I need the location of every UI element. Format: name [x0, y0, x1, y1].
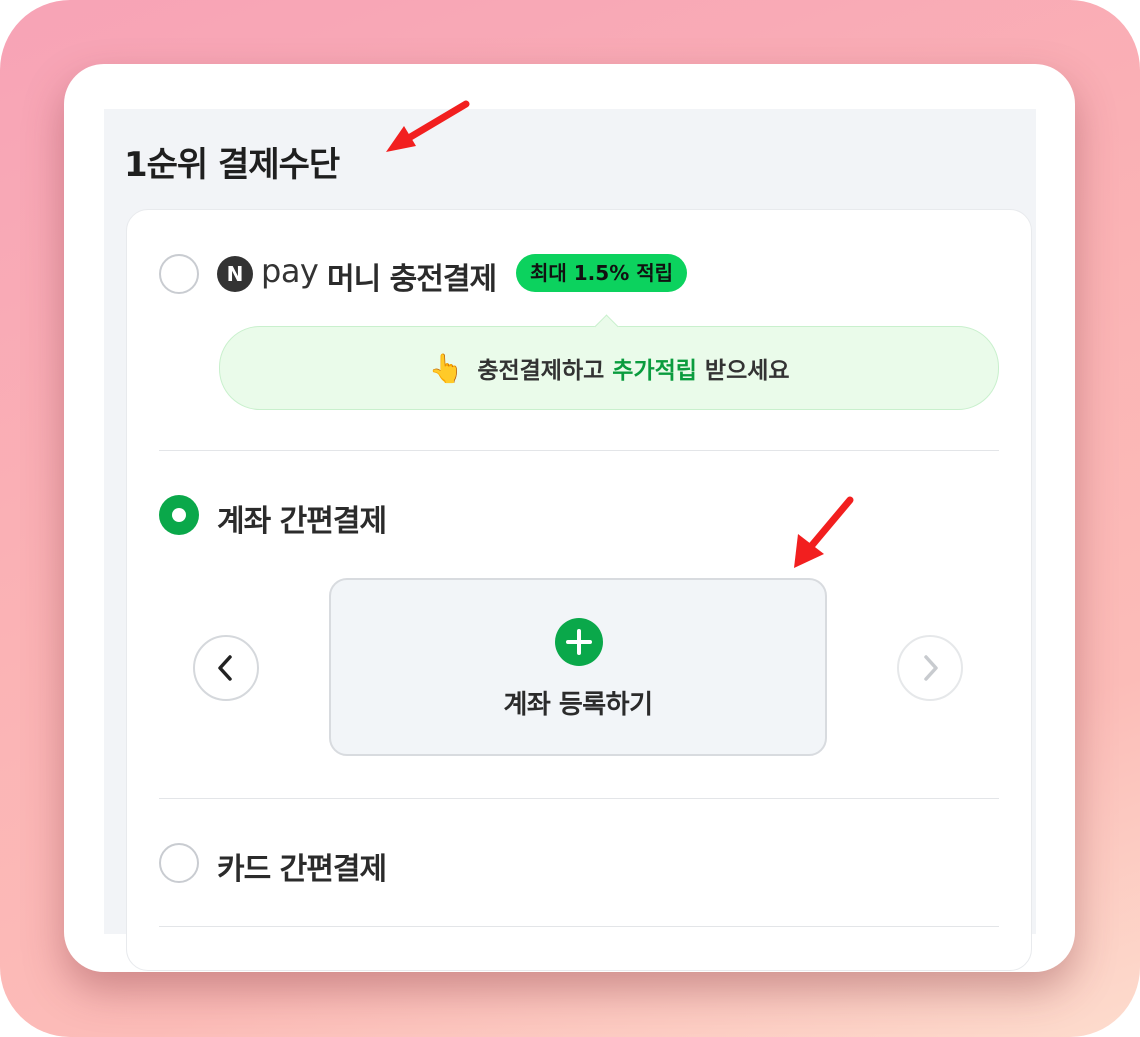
- plus-icon: [555, 618, 603, 666]
- account-radio[interactable]: [159, 495, 199, 535]
- card-radio[interactable]: [159, 843, 199, 883]
- payment-method-list: N pay 머니 충전결제 최대 1.5% 적립 👆 충전결제하고 추가적립 받…: [126, 209, 1032, 971]
- naver-n-icon: N: [217, 256, 253, 292]
- tip-banner: 👆 충전결제하고 추가적립 받으세요: [219, 314, 999, 410]
- reward-badge: 최대 1.5% 적립: [516, 254, 687, 292]
- npay-option-label[interactable]: 머니 충전결제: [327, 254, 497, 298]
- account-option-label[interactable]: 계좌 간편결제: [217, 496, 387, 540]
- tip-tail: [594, 314, 619, 339]
- divider: [159, 926, 999, 927]
- tip-text-highlight: 추가적립: [612, 358, 697, 384]
- add-account-card[interactable]: 계좌 등록하기: [329, 578, 827, 756]
- chevron-right-icon: [924, 655, 938, 681]
- divider: [159, 798, 999, 799]
- add-account-label: 계좌 등록하기: [503, 690, 653, 720]
- pay-logo-text: pay: [261, 252, 319, 290]
- annotation-arrow-icon: [794, 496, 854, 568]
- card-option-label[interactable]: 카드 간편결제: [217, 844, 387, 888]
- payment-panel: 1순위 결제수단 N pay 머니 충전결제 최대 1.5% 적립 👆 충전결제…: [104, 109, 1036, 971]
- npay-radio[interactable]: [159, 254, 199, 294]
- section-title: 1순위 결제수단: [124, 145, 340, 185]
- annotation-arrow-icon: [386, 100, 470, 152]
- divider: [159, 450, 999, 451]
- tip-text-post: 받으세요: [704, 358, 790, 384]
- pointing-hand-icon: 👆: [428, 351, 464, 385]
- tip-text-pre: 충전결제하고: [477, 358, 605, 384]
- screenshot-card: 1순위 결제수단 N pay 머니 충전결제 최대 1.5% 적립 👆 충전결제…: [64, 64, 1075, 972]
- chevron-left-icon: [218, 655, 232, 681]
- carousel-prev-button[interactable]: [193, 635, 259, 701]
- carousel-next-button[interactable]: [897, 635, 963, 701]
